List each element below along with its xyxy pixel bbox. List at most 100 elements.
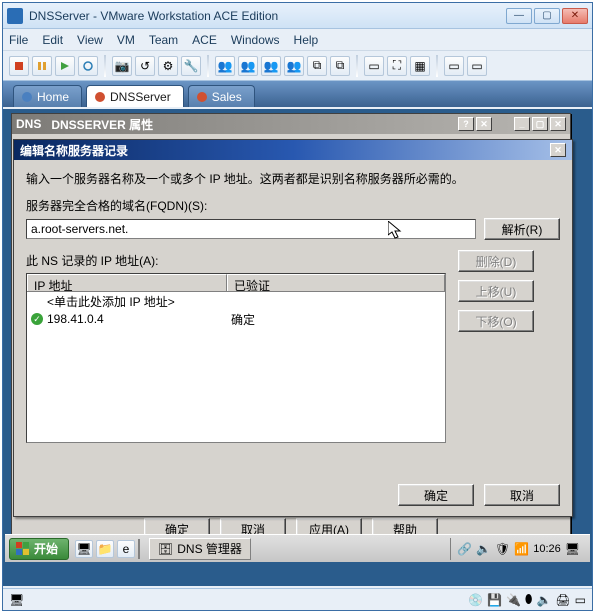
team5-icon[interactable]: ⧉ <box>307 56 327 76</box>
manage-icon[interactable]: ⚙ <box>158 56 178 76</box>
close-button[interactable]: ✕ <box>562 8 588 24</box>
device-display-icon[interactable]: ▭ <box>575 593 586 607</box>
team4-icon[interactable]: 👥 <box>284 56 304 76</box>
add-ip-hint: <单击此处添加 IP 地址> <box>47 293 175 310</box>
inner-minimize[interactable]: _ <box>514 117 530 131</box>
minimize-button[interactable]: — <box>506 8 532 24</box>
view5-icon[interactable]: ▭ <box>467 56 487 76</box>
ql-desktop-icon[interactable]: 🖥 <box>75 540 93 558</box>
menu-team[interactable]: Team <box>149 33 178 47</box>
tab-dnsserver-label: DNSServer <box>110 90 171 104</box>
menu-vm[interactable]: VM <box>117 33 135 47</box>
dialog-cancel-button[interactable]: 取消 <box>484 484 560 506</box>
device-cd-icon[interactable]: 💿 <box>468 593 483 607</box>
play-icon[interactable] <box>55 56 75 76</box>
ql-ie-icon[interactable]: e <box>117 540 135 558</box>
inner-maximize[interactable]: ▢ <box>532 117 548 131</box>
vm-tabs: Home DNSServer Sales <box>3 81 592 107</box>
reset-icon[interactable] <box>78 56 98 76</box>
dialog-instruction: 输入一个服务器名称及一个或多个 IP 地址。这两者都是识别名称服务器所必需的。 <box>26 170 560 187</box>
add-ip-hint-row[interactable]: <单击此处添加 IP 地址> <box>27 292 445 310</box>
properties-titlebar[interactable]: DNS DNSSERVER 属性 ? ✕ _ ▢ ✕ <box>12 114 570 134</box>
device-audio-icon[interactable]: 🔈 <box>536 593 551 607</box>
ip-value: 198.41.0.4 <box>47 312 231 326</box>
inner-close2[interactable]: ✕ <box>550 117 566 131</box>
menu-help[interactable]: Help <box>294 33 319 47</box>
tab-sales[interactable]: Sales <box>188 85 255 107</box>
tab-home[interactable]: Home <box>13 85 82 107</box>
tray-icon[interactable]: 🔗 <box>457 542 472 556</box>
tray-icon2[interactable]: 🔈 <box>476 542 491 556</box>
status-icon: 🖥 <box>9 593 24 607</box>
revert-icon[interactable]: ↺ <box>135 56 155 76</box>
tray-icon5[interactable]: 🖥 <box>565 542 580 556</box>
fqdn-label: 服务器完全合格的域名(FQDN)(S): <box>26 197 560 214</box>
menu-windows[interactable]: Windows <box>231 33 280 47</box>
home-icon <box>22 92 32 102</box>
ql-explorer-icon[interactable]: 📁 <box>96 540 114 558</box>
view1-icon[interactable]: ▭ <box>364 56 384 76</box>
menu-view[interactable]: View <box>77 33 103 47</box>
vm-icon <box>95 92 105 102</box>
device-usb-icon[interactable]: ⬮ <box>525 592 533 607</box>
device-floppy-icon[interactable]: 💾 <box>487 593 502 607</box>
maximize-button[interactable]: ▢ <box>534 8 560 24</box>
tray-icon4[interactable]: 📶 <box>514 542 529 556</box>
system-tray: 🔗 🔈 🛡 📶 10:26 🖥 <box>450 538 586 560</box>
edit-ns-record-dialog: 编辑名称服务器记录 ✕ 输入一个服务器名称及一个或多个 IP 地址。这两者都是识… <box>13 139 573 517</box>
device-print-icon[interactable]: 🖨 <box>555 593 570 607</box>
ip-list[interactable]: IP 地址 已验证 <单击此处添加 IP 地址> ✓ 198.41.0.4 确定 <box>26 273 446 443</box>
check-icon: ✓ <box>31 313 43 325</box>
properties-title: DNSSERVER 属性 <box>51 116 153 133</box>
view4-icon[interactable]: ▭ <box>444 56 464 76</box>
move-down-button[interactable]: 下移(O) <box>458 310 534 332</box>
inner-close-button[interactable]: ✕ <box>476 117 492 131</box>
guest-taskbar: 开始 🖥 📁 e 🗄 DNS 管理器 🔗 🔈 🛡 📶 10:26 🖥 <box>5 534 590 562</box>
ip-row[interactable]: ✓ 198.41.0.4 确定 <box>27 310 445 328</box>
vm-icon <box>197 92 207 102</box>
menu-edit[interactable]: Edit <box>42 33 63 47</box>
app-title: DNSServer - VMware Workstation ACE Editi… <box>29 9 506 23</box>
windows-logo-icon <box>16 542 30 556</box>
tab-home-label: Home <box>37 90 69 104</box>
col-ip[interactable]: IP 地址 <box>27 274 227 291</box>
delete-button[interactable]: 删除(D) <box>458 250 534 272</box>
dialog-titlebar[interactable]: 编辑名称服务器记录 ✕ <box>14 140 572 160</box>
help-button[interactable]: ? <box>458 117 474 131</box>
team6-icon[interactable]: ⧉ <box>330 56 350 76</box>
menu-bar: File Edit View VM Team ACE Windows Help <box>3 29 592 51</box>
tool-icon[interactable]: 🔧 <box>181 56 201 76</box>
tab-dnsserver[interactable]: DNSServer <box>86 85 184 107</box>
pause-icon[interactable] <box>32 56 52 76</box>
dialog-ok-button[interactable]: 确定 <box>398 484 474 506</box>
team-icon[interactable]: 👥 <box>215 56 235 76</box>
vmware-statusbar: 🖥 💿 💾 🔌 ⬮ 🔈 🖨 ▭ <box>3 588 592 610</box>
quick-launch: 🖥 📁 e <box>75 540 135 558</box>
task-icon: 🗄 <box>158 542 173 556</box>
resolve-button[interactable]: 解析(R) <box>484 218 560 240</box>
tray-icon3[interactable]: 🛡 <box>495 542 510 556</box>
taskbar-task[interactable]: 🗄 DNS 管理器 <box>149 538 251 560</box>
view3-icon[interactable]: ▦ <box>410 56 430 76</box>
device-net-icon[interactable]: 🔌 <box>506 593 521 607</box>
properties-prefix: DNS <box>16 117 41 131</box>
task-label: DNS 管理器 <box>177 540 242 557</box>
team3-icon[interactable]: 👥 <box>261 56 281 76</box>
menu-ace[interactable]: ACE <box>192 33 217 47</box>
fullscreen-icon[interactable]: ⛶ <box>387 56 407 76</box>
power-off-icon[interactable] <box>9 56 29 76</box>
start-label: 开始 <box>34 540 58 557</box>
toolbar: 📷 ↺ ⚙ 🔧 👥 👥 👥 👥 ⧉ ⧉ ▭ ⛶ ▦ ▭ ▭ <box>3 51 592 81</box>
dialog-title: 编辑名称服务器记录 <box>20 142 128 159</box>
fqdn-input[interactable] <box>26 219 476 239</box>
move-up-button[interactable]: 上移(U) <box>458 280 534 302</box>
menu-file[interactable]: File <box>9 33 28 47</box>
start-button[interactable]: 开始 <box>9 538 69 560</box>
snapshot-icon[interactable]: 📷 <box>112 56 132 76</box>
col-validated[interactable]: 已验证 <box>227 274 445 291</box>
app-icon <box>7 8 23 24</box>
clock[interactable]: 10:26 <box>533 543 561 555</box>
team2-icon[interactable]: 👥 <box>238 56 258 76</box>
dialog-close-button[interactable]: ✕ <box>550 143 566 157</box>
ip-list-header: IP 地址 已验证 <box>27 274 445 292</box>
